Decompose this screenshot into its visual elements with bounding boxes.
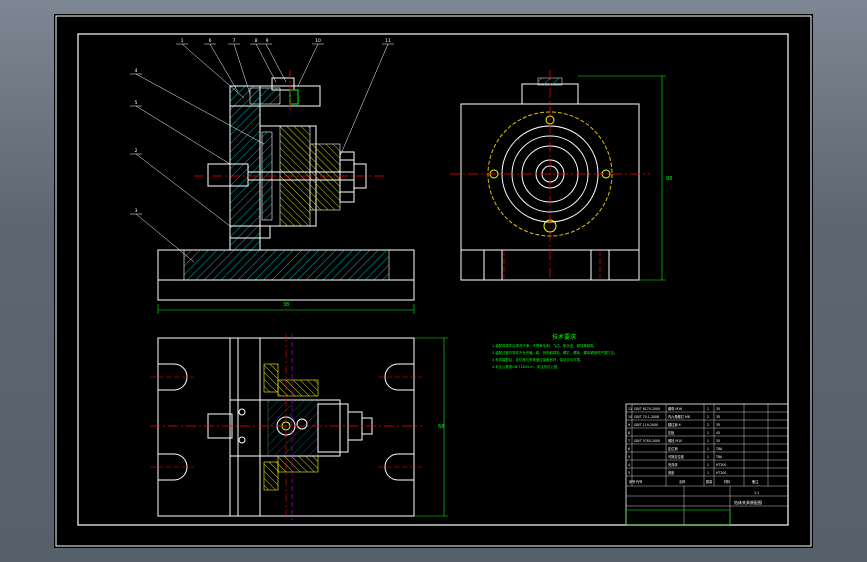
parts-cell: HT200 <box>716 463 726 467</box>
callout-8: 8 <box>255 38 258 44</box>
sheet-border <box>55 15 812 547</box>
parts-cell: 圆柱销 6 <box>668 422 681 427</box>
parts-cell: 1 <box>707 439 709 443</box>
col-header-no: 序号 <box>629 479 635 484</box>
side-height-value: 88 <box>666 176 672 182</box>
parts-cell: 压板 <box>668 430 675 435</box>
parts-cell: GB/T 119-2000 <box>634 423 658 427</box>
parts-cell: 螺栓 M10 <box>668 438 682 443</box>
cad-viewer: 38 1 6 7 8 9 10 11 4 5 2 3 88 68 技术要求 1.… <box>0 0 867 562</box>
parts-cell: 2 <box>707 423 709 427</box>
callout-7: 7 <box>233 38 236 44</box>
parts-cell: 1 <box>707 431 709 435</box>
technical-requirements: 技术要求 1.装配前零件应清洗干净，不得有毛刺、飞边、氧化皮、锈蚀等缺陷。 2.… <box>492 333 617 369</box>
callout-9: 9 <box>266 38 269 44</box>
callout-2: 2 <box>135 148 138 154</box>
col-header-note: 备注 <box>752 479 759 484</box>
callout-5: 5 <box>135 100 138 106</box>
tech-req-line-1: 1.装配前零件应清洗干净，不得有毛刺、飞边、氧化皮、锈蚀等缺陷。 <box>492 343 597 348</box>
parts-cell: 6 <box>628 447 630 451</box>
assembly-drawing: 38 1 6 7 8 9 10 11 4 5 2 3 88 68 技术要求 1.… <box>55 15 812 547</box>
callout-10: 10 <box>315 38 321 44</box>
top-view: 68 <box>150 334 448 520</box>
col-header-material: 材料 <box>724 479 731 484</box>
tech-req-line-4: 4.未注公差按GB/T1804-m，未注形位公差。 <box>492 364 561 369</box>
parts-cell: GB/T 6170-2000 <box>634 407 660 411</box>
callout-3: 3 <box>135 208 138 214</box>
parts-cell: GB/T 70.1-2008 <box>634 415 659 419</box>
parts-cell: 1 <box>707 455 709 459</box>
parts-cell: 35 <box>716 415 720 419</box>
parts-cell: 1 <box>707 447 709 451</box>
parts-cell: 4 <box>628 463 630 467</box>
parts-cell: T8A <box>715 455 723 459</box>
parts-cell: 1 <box>707 407 709 411</box>
parts-cell: 35 <box>716 423 720 427</box>
parts-cell: 1 <box>707 471 709 475</box>
parts-cell: 11 <box>628 407 632 411</box>
parts-cell: 可换定位套 <box>668 454 685 459</box>
parts-cell: 2 <box>707 415 709 419</box>
parts-cell: 9 <box>628 423 630 427</box>
front-width-value: 38 <box>283 302 289 308</box>
drawing-name: 钻床夹具装配图 <box>734 499 762 505</box>
parts-list: 11 GB/T 6170-2000 螺母 M16 1 3510 GB/T 70.1-200… <box>628 406 726 475</box>
tech-req-line-3: 3.夹具装配后，定位面与夹紧面应接触良好，保证定位可靠。 <box>492 357 583 362</box>
parts-cell: 底座 <box>668 470 675 475</box>
callout-6: 6 <box>209 38 212 44</box>
parts-cell: 35 <box>716 439 720 443</box>
front-upright <box>229 85 261 251</box>
parts-cell: 1 <box>707 463 709 467</box>
parts-cell: 夹具体 <box>668 462 678 467</box>
title-block: 11 GB/T 6170-2000 螺母 M16 1 3510 GB/T 70.1-200… <box>625 403 789 526</box>
parts-cell: HT200 <box>716 471 726 475</box>
parts-cell: T8A <box>715 447 723 451</box>
parts-cell: 45 <box>716 431 720 435</box>
parts-cell: 8 <box>628 431 630 435</box>
drawing-scale: 1:1 <box>754 491 759 495</box>
tech-req-line-2: 2.装配过程中零件不允许磕、碰、划伤和锈蚀，螺钉、螺栓、螺母紧固时严禁打击。 <box>492 350 617 355</box>
top-height-value: 68 <box>438 424 444 430</box>
parts-cell: 35 <box>716 407 720 411</box>
side-view: 88 <box>450 70 672 281</box>
front-view: 38 1 6 7 8 9 10 11 4 5 2 3 <box>130 38 415 314</box>
parts-cell: 10 <box>628 415 632 419</box>
parts-cell: 7 <box>628 439 630 443</box>
parts-cell: 5 <box>628 455 630 459</box>
parts-cell: 定位销 <box>668 446 678 451</box>
front-base-section <box>183 249 390 281</box>
parts-cell: 3 <box>628 471 630 475</box>
callout-1: 1 <box>181 38 184 44</box>
callout-11: 11 <box>385 38 391 44</box>
parts-cell: 螺母 M16 <box>668 406 682 411</box>
col-header-qty: 数量 <box>706 479 713 484</box>
tech-req-title: 技术要求 <box>552 333 576 341</box>
drawing-canvas[interactable]: 38 1 6 7 8 9 10 11 4 5 2 3 88 68 技术要求 1.… <box>54 14 813 548</box>
col-header-name: 名称 <box>679 479 686 484</box>
callout-4: 4 <box>135 68 138 74</box>
parts-cell: 内六角螺钉 M8 <box>668 414 690 419</box>
parts-cell: GB/T 5783-2000 <box>634 439 660 443</box>
col-header-code: 代号 <box>636 479 642 484</box>
